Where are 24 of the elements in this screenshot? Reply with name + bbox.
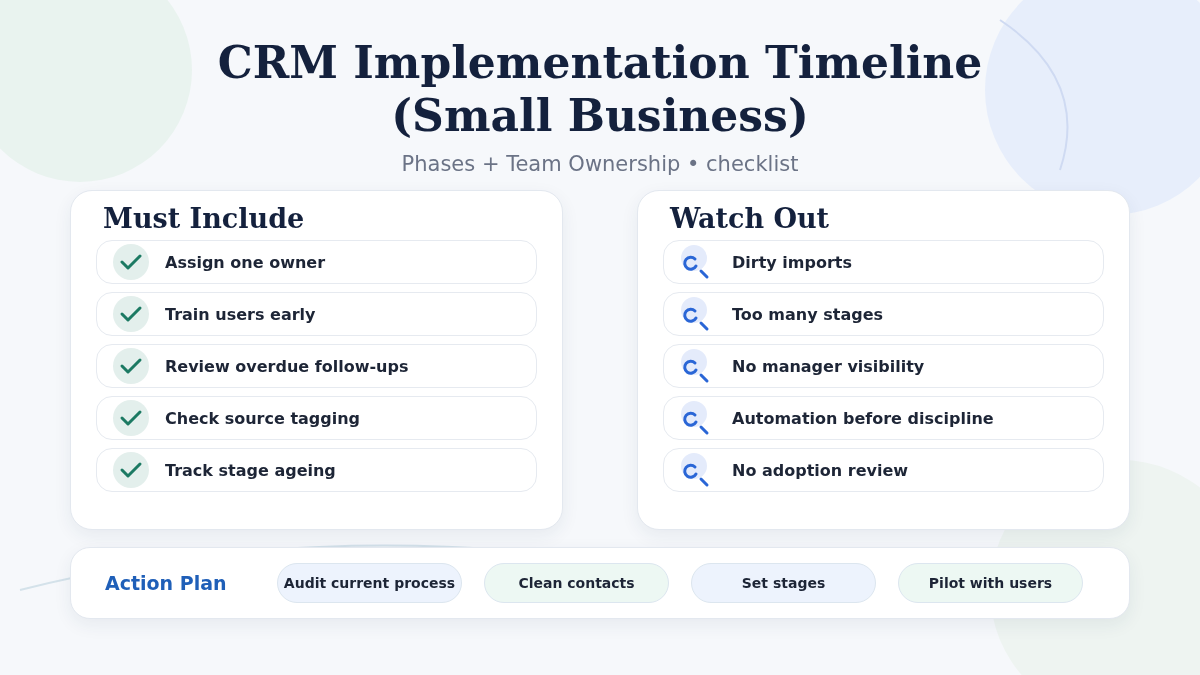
check-icon — [113, 296, 149, 332]
action-plan-label: Action Plan — [105, 572, 228, 594]
check-icon — [113, 348, 149, 384]
row-text: Too many stages — [732, 304, 883, 324]
check-icon — [113, 244, 149, 280]
step-pill: Clean contacts — [484, 563, 669, 603]
row-text: Check source tagging — [165, 408, 361, 428]
panel-heading: Watch Out — [670, 203, 831, 234]
row-text: No manager visibility — [732, 356, 925, 376]
step-pill: Set stages — [691, 563, 876, 603]
row-text: Train users early — [165, 304, 316, 324]
row-text: Dirty imports — [732, 252, 852, 272]
page-title: CRM Implementation Timeline (Small Business) — [216, 36, 984, 142]
step-pill: Pilot with users — [898, 563, 1083, 603]
row-text: No adoption review — [732, 460, 909, 480]
row-text: Review overdue follow-ups — [165, 356, 409, 376]
row-text: Automation before discipline — [732, 408, 994, 428]
check-icon — [113, 452, 149, 488]
panel-heading: Must Include — [103, 203, 306, 234]
check-icon — [113, 400, 149, 436]
step-pill: Audit current process — [277, 563, 462, 603]
subtitle: Phases + Team Ownership • checklist — [401, 152, 799, 176]
row-text: Track stage ageing — [165, 460, 336, 480]
row-text: Assign one owner — [165, 252, 326, 272]
